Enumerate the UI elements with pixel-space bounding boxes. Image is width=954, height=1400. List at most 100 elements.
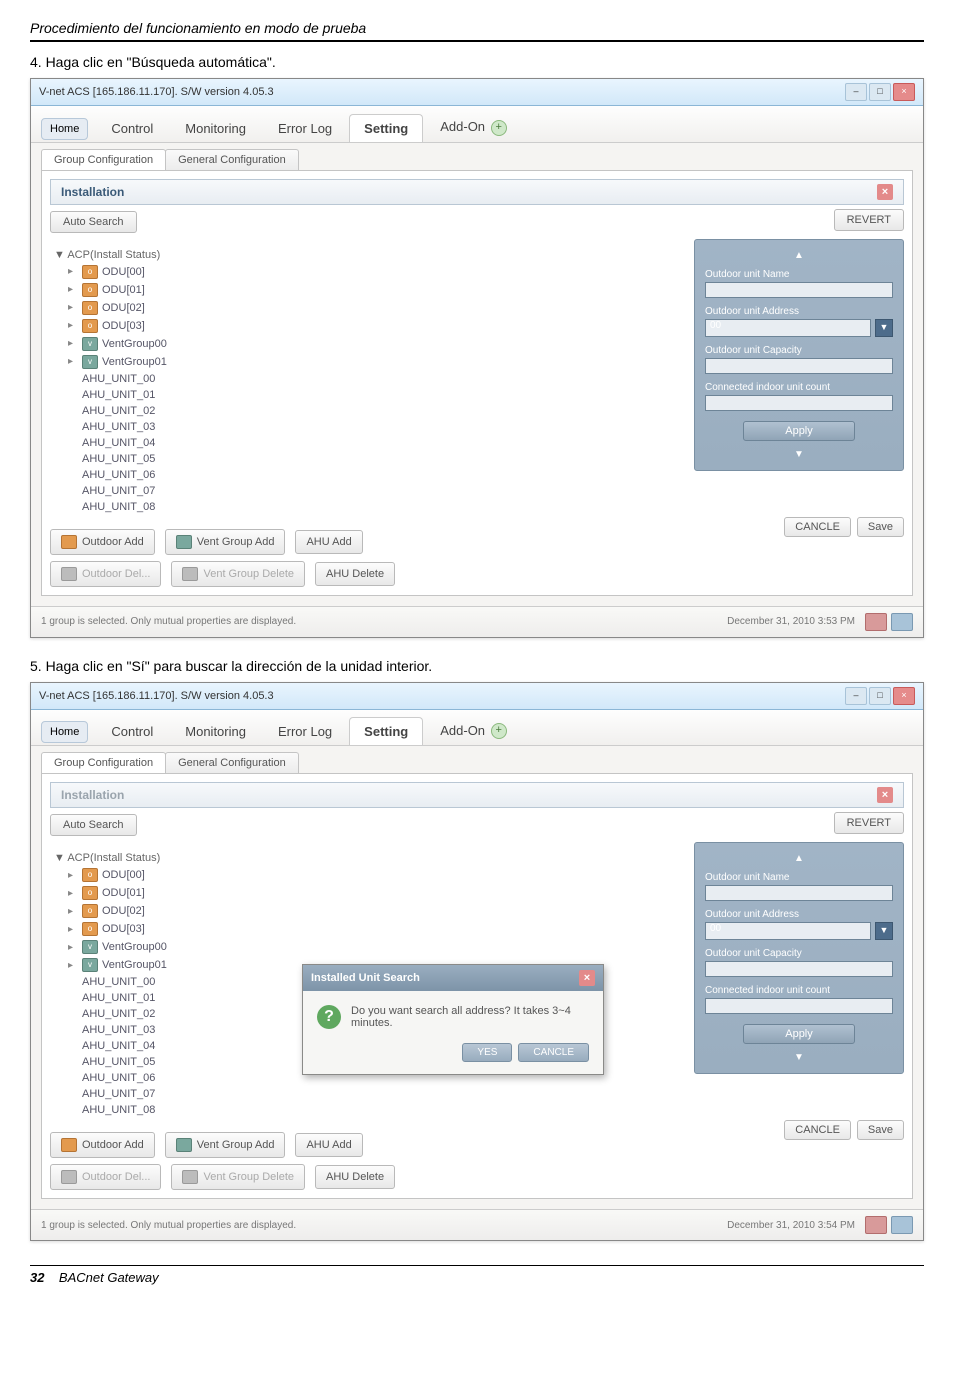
name-input[interactable] — [705, 885, 893, 901]
odu-icon: o — [82, 283, 98, 297]
content-area: Group Configuration General Configuratio… — [31, 746, 923, 1209]
vent-group-delete-button[interactable]: Vent Group Delete — [171, 561, 305, 587]
home-tab[interactable]: Home — [41, 721, 88, 743]
maximize-button[interactable]: □ — [869, 83, 891, 101]
vent-group-delete-button[interactable]: Vent Group Delete — [171, 1164, 305, 1190]
home-tab[interactable]: Home — [41, 118, 88, 140]
minimize-button[interactable]: – — [845, 83, 867, 101]
tree-ahu-5[interactable]: AHU_UNIT_05 — [50, 451, 684, 467]
dialog-close-icon[interactable]: × — [579, 970, 595, 986]
right-column: ▲ Outdoor unit Name Outdoor unit Address… — [694, 239, 904, 587]
tree-odu-3[interactable]: ▸oODU[03] — [50, 920, 684, 938]
tree-ahu-1[interactable]: AHU_UNIT_01 — [50, 387, 684, 403]
ahu-add-button[interactable]: AHU Add — [295, 530, 362, 554]
subtab-group-config[interactable]: Group Configuration — [41, 752, 166, 773]
tree-odu-0[interactable]: ▸oODU[00] — [50, 263, 684, 281]
apply-button[interactable]: Apply — [743, 1024, 855, 1044]
dialog-yes-button[interactable]: YES — [462, 1043, 512, 1062]
tree-ahu-0[interactable]: AHU_UNIT_00 — [50, 371, 684, 387]
cancle-button[interactable]: CANCLE — [784, 1120, 851, 1140]
panel-close-icon[interactable]: × — [877, 184, 893, 200]
vent-group-add-button[interactable]: Vent Group Add — [165, 529, 286, 555]
tree-odu-2[interactable]: ▸oODU[02] — [50, 902, 684, 920]
save-button[interactable]: Save — [857, 1120, 904, 1140]
scroll-down-icon[interactable]: ▼ — [705, 449, 893, 460]
tree-ahu-2[interactable]: AHU_UNIT_02 — [50, 403, 684, 419]
odu-icon: o — [82, 904, 98, 918]
vent-group-add-button[interactable]: Vent Group Add — [165, 1132, 286, 1158]
tree-odu-2[interactable]: ▸oODU[02] — [50, 299, 684, 317]
revert-button[interactable]: REVERT — [834, 812, 904, 834]
tab-setting[interactable]: Setting — [349, 717, 423, 745]
ahu-delete-button[interactable]: AHU Delete — [315, 562, 395, 586]
tree-odu-1[interactable]: ▸oODU[01] — [50, 884, 684, 902]
expander-icon: ▸ — [68, 924, 78, 935]
revert-button[interactable]: REVERT — [834, 209, 904, 231]
tree-root[interactable]: ▼ ACP(Install Status) — [50, 850, 684, 866]
capacity-input[interactable] — [705, 961, 893, 977]
tree-odu-0[interactable]: ▸oODU[00] — [50, 866, 684, 884]
ahu-delete-button[interactable]: AHU Delete — [315, 1165, 395, 1189]
odu-icon — [61, 1170, 77, 1184]
tree-ahu-8[interactable]: AHU_UNIT_08 — [50, 1102, 684, 1118]
save-button[interactable]: Save — [857, 517, 904, 537]
panel-close-icon[interactable]: × — [877, 787, 893, 803]
tree-ahu-7[interactable]: AHU_UNIT_07 — [50, 1086, 684, 1102]
connected-input[interactable] — [705, 998, 893, 1014]
tab-control[interactable]: Control — [96, 717, 168, 745]
close-button[interactable]: × — [893, 83, 915, 101]
tab-monitoring[interactable]: Monitoring — [170, 114, 261, 142]
subtab-general-config[interactable]: General Configuration — [165, 752, 299, 773]
address-select[interactable]: 00 — [705, 319, 871, 337]
status-text: 1 group is selected. Only mutual propert… — [41, 616, 296, 627]
tab-setting[interactable]: Setting — [349, 114, 423, 142]
tree-panel: ▼ ACP(Install Status) ▸oODU[00] ▸oODU[01… — [50, 239, 684, 587]
tab-control[interactable]: Control — [96, 114, 168, 142]
maximize-button[interactable]: □ — [869, 687, 891, 705]
tree-ahu-3[interactable]: AHU_UNIT_03 — [50, 419, 684, 435]
connected-label: Connected indoor unit count — [705, 382, 893, 393]
close-button[interactable]: × — [893, 687, 915, 705]
tree-ahu-8[interactable]: AHU_UNIT_08 — [50, 499, 684, 515]
tab-error-log[interactable]: Error Log — [263, 717, 347, 745]
subtab-group-config[interactable]: Group Configuration — [41, 149, 166, 170]
tab-error-log[interactable]: Error Log — [263, 114, 347, 142]
tab-add-on[interactable]: Add-On + — [425, 716, 521, 746]
dialog-cancle-button[interactable]: CANCLE — [518, 1043, 589, 1062]
scroll-up-icon[interactable]: ▲ — [705, 250, 893, 261]
outdoor-properties-panel: ▲ Outdoor unit Name Outdoor unit Address… — [694, 842, 904, 1074]
dropdown-icon[interactable]: ▼ — [875, 319, 893, 337]
connected-input[interactable] — [705, 395, 893, 411]
section-header: Installation × — [50, 179, 904, 205]
tab-add-on[interactable]: Add-On + — [425, 112, 521, 142]
outdoor-add-button[interactable]: Outdoor Add — [50, 1132, 155, 1158]
apply-button[interactable]: Apply — [743, 421, 855, 441]
tree-odu-3[interactable]: ▸oODU[03] — [50, 317, 684, 335]
capacity-input[interactable] — [705, 358, 893, 374]
scroll-up-icon[interactable]: ▲ — [705, 853, 893, 864]
tree-odu-1[interactable]: ▸oODU[01] — [50, 281, 684, 299]
expander-icon: ▸ — [68, 942, 78, 953]
tree-vent-0[interactable]: ▸vVentGroup00 — [50, 938, 684, 956]
tree-vent-0[interactable]: ▸vVentGroup00 — [50, 335, 684, 353]
outdoor-del-button[interactable]: Outdoor Del... — [50, 1164, 161, 1190]
auto-search-button[interactable]: Auto Search — [50, 814, 137, 836]
dropdown-icon[interactable]: ▼ — [875, 922, 893, 940]
ahu-add-button[interactable]: AHU Add — [295, 1133, 362, 1157]
tree-ahu-7[interactable]: AHU_UNIT_07 — [50, 483, 684, 499]
tree-vent-1[interactable]: ▸vVentGroup01 — [50, 353, 684, 371]
tab-monitoring[interactable]: Monitoring — [170, 717, 261, 745]
tree-root[interactable]: ▼ ACP(Install Status) — [50, 247, 684, 263]
scroll-down-icon[interactable]: ▼ — [705, 1052, 893, 1063]
tree-ahu-6[interactable]: AHU_UNIT_06 — [50, 467, 684, 483]
auto-search-button[interactable]: Auto Search — [50, 211, 137, 233]
subtab-general-config[interactable]: General Configuration — [165, 149, 299, 170]
outdoor-add-button[interactable]: Outdoor Add — [50, 529, 155, 555]
inner-body: ▼ ACP(Install Status) ▸oODU[00] ▸oODU[01… — [50, 239, 904, 587]
outdoor-del-button[interactable]: Outdoor Del... — [50, 561, 161, 587]
address-select[interactable]: 00 — [705, 922, 871, 940]
minimize-button[interactable]: – — [845, 687, 867, 705]
tree-ahu-4[interactable]: AHU_UNIT_04 — [50, 435, 684, 451]
cancle-button[interactable]: CANCLE — [784, 517, 851, 537]
name-input[interactable] — [705, 282, 893, 298]
